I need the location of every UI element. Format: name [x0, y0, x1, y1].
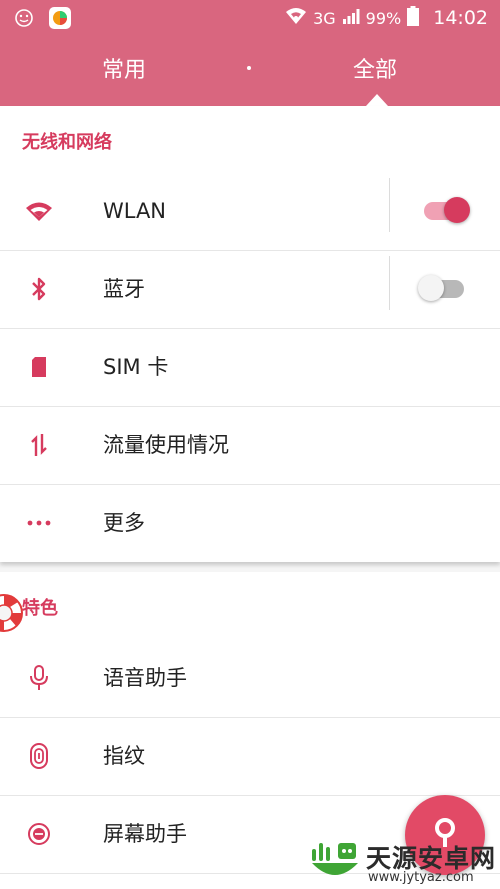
battery-icon — [407, 6, 420, 30]
tab-bar: 常用 全部 — [0, 36, 500, 106]
cell-signal-icon — [342, 7, 360, 29]
wireless-network-card: 无线和网络 WLAN 蓝牙 SIM 卡 流量使用情况 更多 — [0, 106, 500, 562]
setting-label-sim: SIM 卡 — [103, 355, 169, 379]
setting-row-voice-assistant[interactable]: 语音助手 — [0, 639, 500, 718]
tab-separator-dot — [247, 66, 251, 70]
setting-row-bluetooth[interactable]: 蓝牙 — [0, 250, 500, 329]
setting-row-sim[interactable]: SIM 卡 — [0, 328, 500, 407]
bluetooth-toggle-thumb — [418, 275, 444, 301]
wlan-toggle[interactable] — [418, 192, 470, 226]
row-divider — [389, 178, 390, 232]
notification-face-icon — [14, 8, 34, 32]
wifi-icon — [24, 197, 54, 225]
wlan-toggle-thumb — [444, 197, 470, 223]
clock: 14:02 — [433, 7, 488, 29]
status-bar: 3G 99% 14:02 — [0, 0, 500, 36]
watermark: 天源安卓网 www.jytyaz.com — [302, 833, 500, 889]
row-divider — [389, 256, 390, 310]
bluetooth-toggle[interactable] — [418, 270, 470, 304]
setting-row-fingerprint[interactable]: 指纹 — [0, 717, 500, 796]
more-icon — [24, 509, 54, 537]
data-usage-icon — [24, 431, 54, 459]
bluetooth-icon — [24, 275, 54, 303]
setting-label-more: 更多 — [103, 511, 145, 535]
section-title-wireless: 无线和网络 — [22, 132, 112, 153]
battery-percent: 99% — [365, 8, 402, 28]
tab-common[interactable]: 常用 — [44, 36, 204, 106]
setting-label-data-usage: 流量使用情况 — [103, 433, 229, 457]
selected-tab-indicator — [366, 94, 388, 106]
setting-row-more[interactable]: 更多 — [0, 484, 500, 562]
app-store-icon — [48, 6, 72, 34]
microphone-icon — [24, 664, 54, 692]
setting-row-data-usage[interactable]: 流量使用情况 — [0, 406, 500, 485]
network-type: 3G — [313, 8, 336, 28]
setting-label-screen-assistant: 屏幕助手 — [103, 822, 187, 846]
watermark-android-logo-icon — [312, 843, 358, 875]
setting-label-voice-assistant: 语音助手 — [103, 666, 187, 690]
setting-label-bluetooth: 蓝牙 — [103, 277, 145, 301]
watermark-url: www.jytyaz.com — [368, 870, 474, 885]
fingerprint-icon — [24, 742, 54, 770]
setting-label-fingerprint: 指纹 — [103, 744, 145, 768]
lifebuoy-icon — [0, 590, 26, 640]
setting-label-wlan: WLAN — [103, 199, 167, 223]
setting-row-wlan[interactable]: WLAN — [0, 172, 500, 251]
sim-card-icon — [24, 353, 54, 381]
section-title-features: 特色 — [22, 598, 58, 619]
screen-assistant-icon — [24, 820, 54, 848]
wifi-signal-icon — [285, 7, 307, 29]
